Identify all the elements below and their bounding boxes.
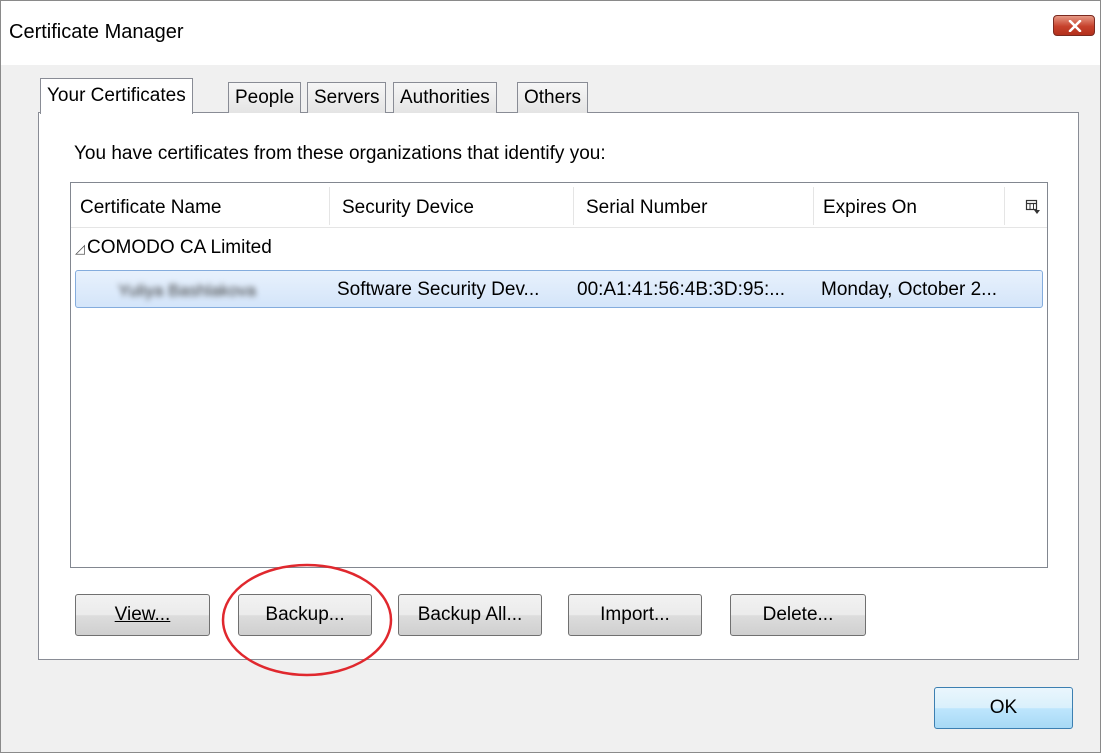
close-button[interactable] bbox=[1053, 15, 1095, 36]
column-separator[interactable] bbox=[1004, 187, 1005, 225]
tree-expand-triangle-icon[interactable]: ◿ bbox=[75, 241, 85, 256]
certificate-name-cell: Yuliya Bashlakova bbox=[118, 281, 256, 300]
column-header-certificate-name[interactable]: Certificate Name bbox=[71, 183, 329, 227]
backup-all-button-label: Backup All... bbox=[417, 604, 523, 625]
serial-number-cell: 00:A1:41:56:4B:3D:95:... bbox=[577, 279, 786, 300]
import-button-label: Import... bbox=[600, 604, 670, 625]
import-button[interactable]: Import... bbox=[568, 594, 702, 636]
tab-your-certificates[interactable]: Your Certificates bbox=[40, 78, 193, 114]
group-name: COMODO CA Limited bbox=[87, 237, 272, 258]
column-picker-icon[interactable] bbox=[1025, 199, 1041, 221]
close-x-icon bbox=[1068, 20, 1082, 32]
window-title: Certificate Manager bbox=[9, 21, 184, 43]
tree-header: Certificate Name Security Device Serial … bbox=[71, 183, 1047, 228]
ok-button[interactable]: OK bbox=[934, 687, 1073, 729]
backup-button[interactable]: Backup... bbox=[238, 594, 372, 636]
column-separator[interactable] bbox=[329, 187, 330, 225]
column-header-expires-on[interactable]: Expires On bbox=[814, 183, 1004, 227]
delete-button[interactable]: Delete... bbox=[730, 594, 866, 636]
backup-all-button[interactable]: Backup All... bbox=[398, 594, 542, 636]
tab-servers[interactable]: Servers bbox=[307, 82, 387, 113]
tab-authorities[interactable]: Authorities bbox=[393, 82, 497, 113]
tree-group-row[interactable]: ◿ COMODO CA Limited bbox=[75, 237, 272, 259]
delete-button-label: Delete... bbox=[762, 604, 834, 625]
column-separator[interactable] bbox=[573, 187, 574, 225]
column-header-serial-number[interactable]: Serial Number bbox=[577, 183, 813, 227]
tab-people[interactable]: People bbox=[228, 82, 302, 113]
expires-on-cell: Monday, October 2... bbox=[821, 279, 998, 300]
intro-text: You have certificates from these organiz… bbox=[74, 143, 606, 164]
view-button-label: View... bbox=[114, 604, 171, 625]
certificate-tree[interactable]: Certificate Name Security Device Serial … bbox=[70, 182, 1048, 568]
column-header-security-device[interactable]: Security Device bbox=[333, 183, 573, 227]
ok-button-label: OK bbox=[989, 697, 1018, 718]
certificate-manager-window: Certificate Manager Your Certificates Pe… bbox=[0, 0, 1101, 753]
title-bar: Certificate Manager bbox=[1, 1, 1100, 65]
security-device-cell: Software Security Dev... bbox=[337, 279, 540, 300]
tab-others[interactable]: Others bbox=[517, 82, 589, 113]
backup-button-label: Backup... bbox=[265, 604, 345, 625]
view-button[interactable]: View... bbox=[75, 594, 210, 636]
table-row[interactable]: Yuliya Bashlakova Software Security Dev.… bbox=[75, 270, 1043, 308]
